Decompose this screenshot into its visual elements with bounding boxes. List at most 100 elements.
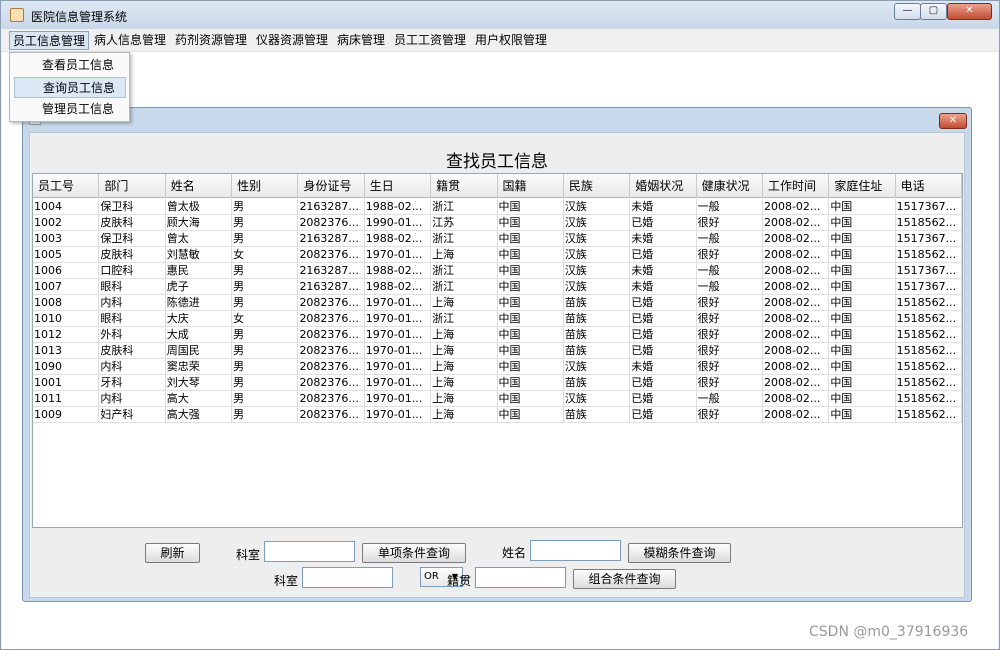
- column-header[interactable]: 姓名: [166, 174, 233, 198]
- table-cell[interactable]: 1970-01...: [365, 407, 432, 423]
- table-cell[interactable]: 1013: [33, 343, 100, 359]
- refresh-button[interactable]: 刷新: [145, 543, 200, 563]
- table-cell[interactable]: 1970-01...: [365, 327, 432, 343]
- table-row[interactable]: 1001 牙科 刘大琴男 2082376... 1970-01... 上海 中国 苗族 已婚 很好…: [33, 375, 963, 391]
- table-cell[interactable]: 上海: [431, 391, 498, 407]
- table-cell[interactable]: 1003: [33, 231, 100, 247]
- menu-permissions[interactable]: 用户权限管理: [472, 31, 550, 50]
- table-row[interactable]: 1008 内科 陈德进男 2082376... 1970-01... 上海 中国 苗族 已婚 很好…: [33, 295, 963, 311]
- table-cell[interactable]: 1517367...: [896, 231, 963, 247]
- table-cell[interactable]: 上海: [431, 375, 498, 391]
- table-cell[interactable]: 男: [232, 231, 299, 247]
- table-cell[interactable]: 2008-02...: [763, 263, 830, 279]
- table-cell[interactable]: 浙江: [431, 199, 498, 215]
- fuzzy-query-button[interactable]: 模糊条件查询: [628, 543, 731, 563]
- table-cell[interactable]: 已婚: [630, 391, 697, 407]
- table-cell[interactable]: 中国: [498, 231, 564, 247]
- table-cell[interactable]: 2008-02...: [763, 295, 830, 311]
- table-cell[interactable]: 1517367...: [896, 263, 963, 279]
- close-button[interactable]: ✕: [947, 3, 992, 20]
- table-cell[interactable]: 已婚: [630, 295, 697, 311]
- table-cell[interactable]: 汉族: [564, 215, 631, 231]
- combined-query-button[interactable]: 组合条件查询: [573, 569, 676, 589]
- table-cell[interactable]: 2082376...: [298, 215, 365, 231]
- table-cell[interactable]: 男: [232, 375, 299, 391]
- table-cell[interactable]: 男: [232, 279, 299, 295]
- table-cell[interactable]: 1518562...: [896, 215, 963, 231]
- table-cell[interactable]: 男: [232, 343, 299, 359]
- table-cell[interactable]: 中国: [829, 215, 896, 231]
- table-cell[interactable]: 曾太: [166, 231, 233, 247]
- minimize-button[interactable]: —: [894, 3, 921, 20]
- table-cell[interactable]: 周国民: [166, 343, 233, 359]
- table-cell[interactable]: 中国: [498, 295, 564, 311]
- menu-pharmacy[interactable]: 药剂资源管理: [172, 31, 250, 50]
- table-row[interactable]: 1010 眼科 大庆女 2082376... 1970-01... 浙江 中国 苗族 已婚 很好 2…: [33, 311, 963, 327]
- table-cell[interactable]: 男: [232, 327, 299, 343]
- table-cell[interactable]: 内科: [99, 295, 166, 311]
- table-cell[interactable]: 中国: [829, 375, 896, 391]
- table-cell[interactable]: 很好: [697, 407, 763, 423]
- table-cell[interactable]: 保卫科: [99, 231, 166, 247]
- table-cell[interactable]: 1988-02...: [365, 279, 432, 295]
- staff-table[interactable]: 员工号 部门 姓名 性别 身份证号 生日 籍贯 国籍 民族 婚姻状况 健康状况 工作时间 家庭住址 电话 …: [32, 173, 963, 528]
- table-cell[interactable]: 惠民: [166, 263, 233, 279]
- table-cell[interactable]: 一般: [697, 199, 763, 215]
- column-header[interactable]: 籍贯: [431, 174, 498, 198]
- table-cell[interactable]: 苗族: [564, 343, 631, 359]
- table-cell[interactable]: 男: [232, 199, 299, 215]
- frame-close-button[interactable]: ✕: [939, 113, 967, 129]
- table-cell[interactable]: 中国: [498, 327, 564, 343]
- maximize-button[interactable]: ▢: [920, 3, 947, 20]
- table-cell[interactable]: 未婚: [630, 359, 697, 375]
- table-cell[interactable]: 1518562...: [896, 391, 963, 407]
- table-cell[interactable]: 中国: [829, 295, 896, 311]
- menu-beds[interactable]: 病床管理: [334, 31, 388, 50]
- table-cell[interactable]: 1004: [33, 199, 100, 215]
- table-cell[interactable]: 苗族: [564, 407, 631, 423]
- table-cell[interactable]: 男: [232, 359, 299, 375]
- table-cell[interactable]: 1010: [33, 311, 100, 327]
- table-cell[interactable]: 1090: [33, 359, 100, 375]
- table-cell[interactable]: 中国: [829, 247, 896, 263]
- table-cell[interactable]: 中国: [829, 391, 896, 407]
- table-cell[interactable]: 1008: [33, 295, 100, 311]
- menu-item-manage-staff[interactable]: 管理员工信息: [14, 99, 126, 120]
- table-cell[interactable]: 1970-01...: [365, 391, 432, 407]
- table-cell[interactable]: 男: [232, 391, 299, 407]
- table-cell[interactable]: 1518562...: [896, 375, 963, 391]
- table-cell[interactable]: 高大强: [166, 407, 233, 423]
- column-header[interactable]: 健康状况: [697, 174, 763, 198]
- name-input[interactable]: [530, 540, 621, 561]
- table-cell[interactable]: 口腔科: [99, 263, 166, 279]
- table-cell[interactable]: 窦忠荣: [166, 359, 233, 375]
- table-cell[interactable]: 一般: [697, 263, 763, 279]
- table-row[interactable]: 1006 口腔科 惠民男 2163287... 1988-02... 浙江 中国 汉族 未婚 一般…: [33, 263, 963, 279]
- table-cell[interactable]: 陈德进: [166, 295, 233, 311]
- table-cell[interactable]: 1518562...: [896, 327, 963, 343]
- column-header[interactable]: 身份证号: [298, 174, 365, 198]
- table-cell[interactable]: 上海: [431, 407, 498, 423]
- menu-salary[interactable]: 员工工资管理: [391, 31, 469, 50]
- table-cell[interactable]: 中国: [498, 359, 564, 375]
- table-cell[interactable]: 一般: [697, 279, 763, 295]
- table-cell[interactable]: 浙江: [431, 263, 498, 279]
- menu-item-view-staff[interactable]: 查看员工信息: [14, 55, 126, 76]
- column-header[interactable]: 部门: [99, 174, 166, 198]
- table-cell[interactable]: 已婚: [630, 343, 697, 359]
- table-cell[interactable]: 已婚: [630, 375, 697, 391]
- table-cell[interactable]: 浙江: [431, 279, 498, 295]
- menu-item-query-staff[interactable]: 查询员工信息: [14, 77, 126, 98]
- table-cell[interactable]: 很好: [697, 343, 763, 359]
- table-cell[interactable]: 中国: [829, 231, 896, 247]
- table-cell[interactable]: 2082376...: [298, 407, 365, 423]
- table-cell[interactable]: 中国: [829, 263, 896, 279]
- table-cell[interactable]: 1518562...: [896, 343, 963, 359]
- table-cell[interactable]: 1988-02...: [365, 231, 432, 247]
- table-cell[interactable]: 1970-01...: [365, 343, 432, 359]
- table-cell[interactable]: 男: [232, 215, 299, 231]
- table-row[interactable]: 1011 内科 高大男 2082376... 1970-01... 上海 中国 汉族 已婚 一般 2…: [33, 391, 963, 407]
- table-cell[interactable]: 2008-02...: [763, 407, 830, 423]
- table-cell[interactable]: 江苏: [431, 215, 498, 231]
- table-cell[interactable]: 上海: [431, 295, 498, 311]
